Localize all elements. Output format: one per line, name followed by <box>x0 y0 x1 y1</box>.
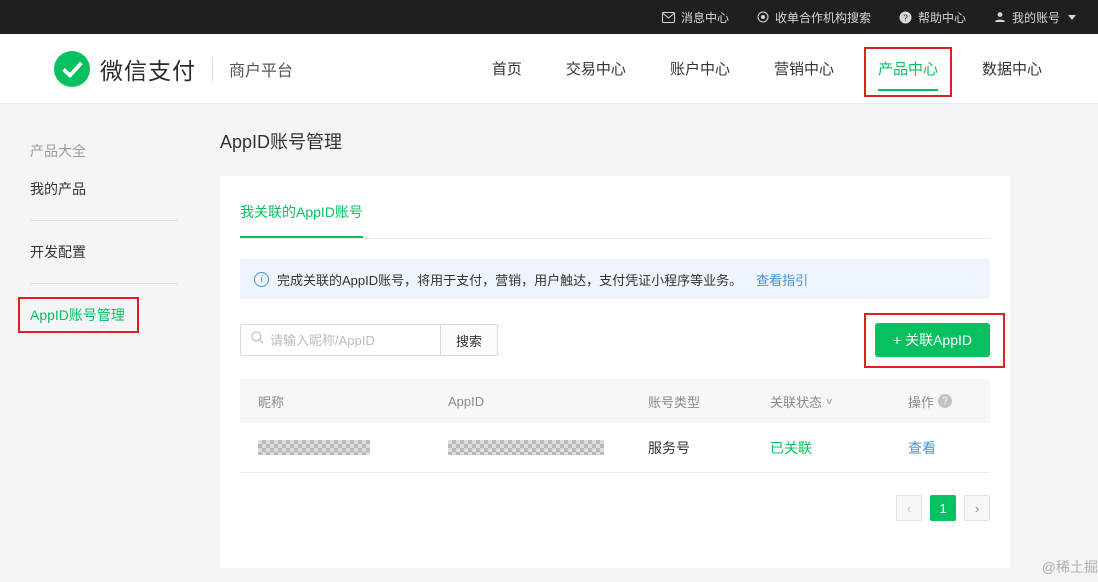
table-header: 昵称 AppID 账号类型 关联状态 ∨ 操作 ? <box>240 379 990 423</box>
nav-item-product-center[interactable]: 产品中心 <box>878 34 938 104</box>
layout: 产品大全 我的产品 开发配置 AppID账号管理 AppID账号管理 我关联的A… <box>0 104 1098 581</box>
search-group: 搜索 <box>240 324 498 356</box>
col-appid: AppID <box>448 394 648 409</box>
redacted-appid <box>448 440 604 455</box>
col-actions: 操作 ? <box>908 392 972 411</box>
sidebar-item-dev-config[interactable]: 开发配置 <box>0 233 220 271</box>
cell-actions: 查看 <box>908 438 972 458</box>
notice-text: 完成关联的AppID账号，将用于支付，营销，用户触达，支付凭证小程序等业务。 <box>277 270 742 289</box>
sidebar: 产品大全 我的产品 开发配置 AppID账号管理 <box>0 104 220 581</box>
chevron-down-icon <box>1068 15 1076 20</box>
topbar-help-center[interactable]: ? 帮助中心 <box>899 9 966 26</box>
redacted-nickname <box>258 440 370 455</box>
page: 消息中心 收单合作机构搜索 ? 帮助中心 我的账号 微信支付 <box>0 0 1098 582</box>
pagination-next-button[interactable]: › <box>964 495 990 521</box>
sidebar-item-product-catalog: 产品大全 <box>0 132 220 170</box>
nav-item-label: 产品中心 <box>878 58 938 79</box>
wechat-pay-logo <box>54 51 90 87</box>
add-appid-wrap: + 关联AppID <box>875 323 990 357</box>
sidebar-divider <box>30 283 178 284</box>
help-circle-icon[interactable]: ? <box>938 394 952 408</box>
col-account-type: 账号类型 <box>648 392 770 411</box>
nav-item-data-center[interactable]: 数据中心 <box>982 34 1042 104</box>
svg-text:?: ? <box>903 12 908 22</box>
user-icon <box>994 11 1006 23</box>
main-nav: 首页 交易中心 账户中心 营销中心 产品中心 数据中心 <box>492 34 1042 104</box>
topbar-item-label: 收单合作机构搜索 <box>775 9 871 26</box>
topbar-item-label: 我的账号 <box>1012 9 1060 26</box>
nav-item-account-center[interactable]: 账户中心 <box>670 34 730 104</box>
pagination-prev-button[interactable]: ‹ <box>896 495 922 521</box>
search-input[interactable] <box>270 333 430 348</box>
topbar-item-label: 消息中心 <box>681 9 729 26</box>
content-card: 我关联的AppID账号 i 完成关联的AppID账号，将用于支付，营销，用户触达… <box>220 176 1010 568</box>
nav-item-trade-center[interactable]: 交易中心 <box>566 34 626 104</box>
sidebar-item-label: AppID账号管理 <box>30 305 125 325</box>
view-link[interactable]: 查看 <box>908 440 936 456</box>
brand[interactable]: 微信支付 商户平台 <box>54 51 293 87</box>
sidebar-item-my-products[interactable]: 我的产品 <box>0 170 220 208</box>
nav-item-home[interactable]: 首页 <box>492 34 522 104</box>
view-guide-link[interactable]: 查看指引 <box>756 270 808 289</box>
header: 微信支付 商户平台 首页 交易中心 账户中心 营销中心 产品中心 数据中心 <box>0 34 1098 104</box>
pagination: ‹ 1 › <box>240 495 990 521</box>
cell-link-status: 已关联 <box>770 438 908 458</box>
topbar-org-search[interactable]: 收单合作机构搜索 <box>757 9 871 26</box>
toolbar: 搜索 + 关联AppID <box>240 323 990 357</box>
cell-nickname <box>258 440 448 455</box>
pagination-page-1[interactable]: 1 <box>930 495 956 521</box>
appid-table: 昵称 AppID 账号类型 关联状态 ∨ 操作 ? <box>240 379 990 473</box>
sidebar-divider <box>30 220 178 221</box>
search-button[interactable]: 搜索 <box>440 324 498 356</box>
table-row: 服务号 已关联 查看 <box>240 423 990 473</box>
tabs-row: 我关联的AppID账号 <box>240 176 990 239</box>
cell-appid <box>448 440 648 455</box>
watermark: @稀土掘金技术社区 <box>1042 557 1098 577</box>
brand-name: 微信支付 <box>100 52 196 86</box>
help-icon: ? <box>899 11 912 24</box>
search-icon <box>251 331 264 349</box>
info-icon: i <box>254 272 269 287</box>
brand-divider <box>212 57 213 81</box>
topbar: 消息中心 收单合作机构搜索 ? 帮助中心 我的账号 <box>0 0 1098 34</box>
chevron-down-icon: ∨ <box>825 396 834 407</box>
col-nickname: 昵称 <box>258 392 448 411</box>
topbar-message-center[interactable]: 消息中心 <box>662 9 729 26</box>
topbar-item-label: 帮助中心 <box>918 9 966 26</box>
col-link-status[interactable]: 关联状态 ∨ <box>770 392 908 411</box>
message-icon <box>662 12 675 23</box>
sidebar-item-appid-management[interactable]: AppID账号管理 <box>0 296 220 334</box>
add-appid-button[interactable]: + 关联AppID <box>875 323 990 357</box>
tab-my-linked-appids[interactable]: 我关联的AppID账号 <box>240 202 363 238</box>
topbar-my-account[interactable]: 我的账号 <box>994 9 1076 26</box>
main-content: AppID账号管理 我关联的AppID账号 i 完成关联的AppID账号，将用于… <box>220 104 1098 581</box>
search-box <box>240 324 440 356</box>
cell-account-type: 服务号 <box>648 438 770 458</box>
org-search-icon <box>757 11 769 23</box>
nav-item-marketing-center[interactable]: 营销中心 <box>774 34 834 104</box>
platform-name: 商户平台 <box>229 57 293 81</box>
notice-bar: i 完成关联的AppID账号，将用于支付，营销，用户触达，支付凭证小程序等业务。… <box>240 259 990 299</box>
page-title: AppID账号管理 <box>220 128 1010 154</box>
